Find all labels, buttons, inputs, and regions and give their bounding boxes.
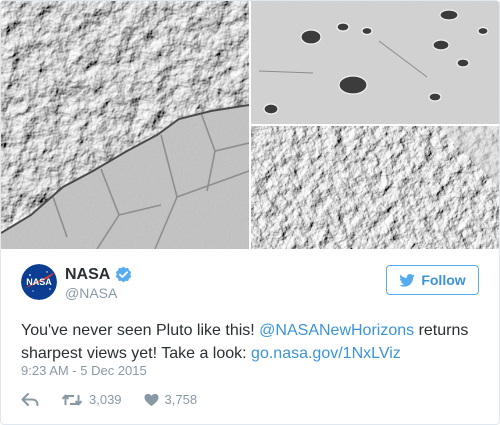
heart-icon	[144, 393, 159, 407]
pluto-mountains-photo[interactable]	[251, 126, 499, 249]
like-button[interactable]: 3,758	[144, 392, 198, 408]
mention-link[interactable]: @NASANewHorizons	[259, 322, 414, 339]
url-link[interactable]: go.nasa.gov/1NxLViz	[251, 345, 401, 362]
tweet-card: NASA NASA @NASA Follow You've never seen…	[0, 0, 500, 425]
reply-icon	[21, 393, 39, 406]
nasa-logo-icon: NASA	[21, 264, 57, 300]
follow-button-label: Follow	[421, 272, 466, 288]
twitter-bird-icon	[399, 273, 416, 287]
tweet-actions: 3,039 3,758	[21, 391, 219, 409]
tweet-text: You've never seen Pluto like this! @NASA…	[21, 319, 491, 365]
follow-button[interactable]: Follow	[386, 265, 479, 295]
retweet-count: 3,039	[89, 392, 122, 407]
pluto-terrain-photo[interactable]	[1, 1, 249, 249]
verified-badge-icon	[115, 266, 132, 283]
pluto-craters-photo[interactable]	[251, 1, 499, 124]
media-grid	[1, 1, 499, 249]
retweet-button[interactable]: 3,039	[61, 392, 122, 408]
avatar-text: NASA	[26, 277, 52, 287]
like-count: 3,758	[164, 392, 198, 407]
tweet-timestamp[interactable]: 9:23 AM - 5 Dec 2015	[21, 363, 147, 379]
author-screen-name[interactable]: @NASA	[65, 285, 117, 302]
reply-button[interactable]	[21, 393, 39, 407]
author-display-name[interactable]: NASA	[65, 265, 110, 284]
retweet-icon	[61, 394, 83, 406]
avatar[interactable]: NASA	[21, 264, 57, 300]
tweet-text-part1: You've never seen Pluto like this!	[21, 322, 260, 339]
